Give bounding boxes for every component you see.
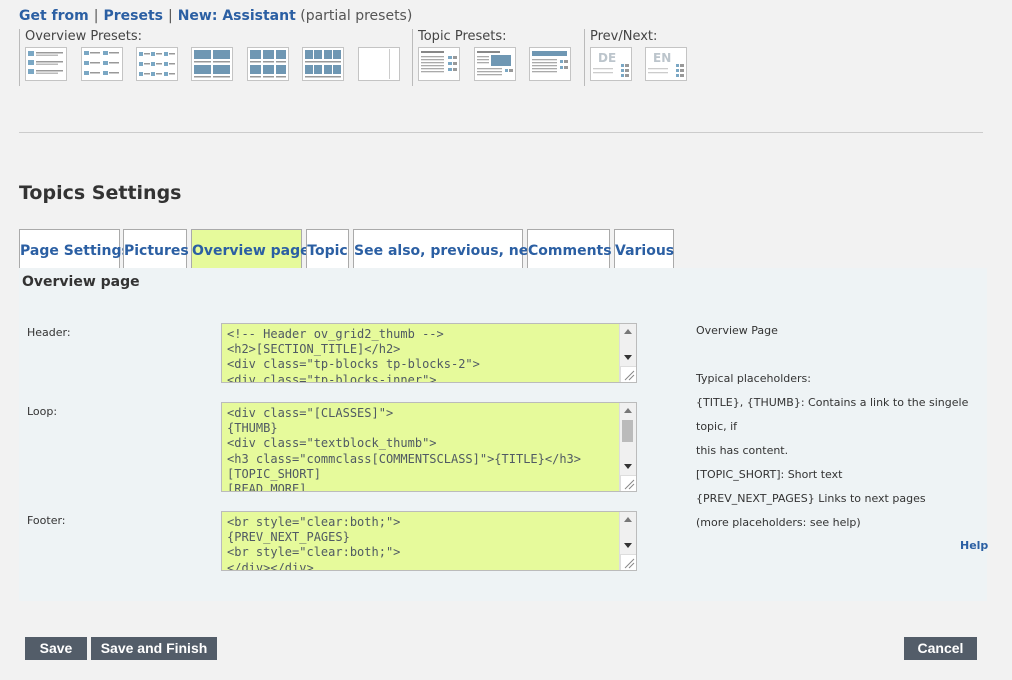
topic-preset-text-icon <box>421 51 457 73</box>
preset-grid2-thumbs[interactable] <box>81 47 123 81</box>
prevnext-label: Prev/Next: <box>590 29 658 44</box>
preset-grid3-icon <box>139 52 175 76</box>
scroll-up-icon[interactable] <box>624 517 632 522</box>
side-help-text: Overview Page Typical placeholders: {TIT… <box>696 319 987 535</box>
preset-grid2-images[interactable] <box>191 47 233 81</box>
preset-grid2-icon <box>84 51 119 75</box>
preset-grid4-images-icon <box>305 50 341 78</box>
tab-see-also[interactable]: See also, previous, next <box>353 229 544 268</box>
scroll-down-icon[interactable] <box>624 543 632 548</box>
overview-page-panel: Overview page Header: <!-- Header ov_gri… <box>19 268 988 601</box>
preset-grid3-images-icon <box>250 50 286 78</box>
topic-preset-image-text[interactable] <box>474 47 516 81</box>
prevnext-de[interactable]: DE <box>590 47 632 81</box>
resize-grip-icon[interactable] <box>620 366 636 382</box>
side-title: Overview Page <box>696 324 778 337</box>
overview-presets-label: Overview Presets: <box>25 29 143 44</box>
topic-preset-wide-image[interactable] <box>529 47 571 81</box>
resize-grip-icon[interactable] <box>620 475 636 491</box>
scroll-down-icon[interactable] <box>624 464 632 469</box>
divider <box>584 29 585 86</box>
preset-grid4-images[interactable] <box>302 47 344 81</box>
separator: | <box>93 8 99 24</box>
preset-grid3-thumbs[interactable] <box>136 47 178 81</box>
header-label: Header: <box>27 326 71 339</box>
separator: | <box>168 8 173 24</box>
presets-link[interactable]: Presets <box>103 8 163 24</box>
preset-empty-icon <box>389 49 390 79</box>
scroll-up-icon[interactable] <box>624 408 632 413</box>
de-label: DE <box>598 51 617 65</box>
topbar: Get from | Presets | New: Assistant (partial… <box>19 8 412 24</box>
panel-heading: Overview page <box>22 274 140 290</box>
scroll-up-icon[interactable] <box>624 329 632 334</box>
placeholder-prev-next: {PREV_NEXT_PAGES} Links to next pages <box>696 492 926 505</box>
assistant-link[interactable]: New: Assistant <box>178 8 296 24</box>
loop-textarea-content[interactable]: <div class="[CLASSES]"> {THUMB} <div cla… <box>222 403 636 491</box>
scroll-down-icon[interactable] <box>624 355 632 360</box>
tab-various[interactable]: Various <box>614 229 674 268</box>
topic-preset-text[interactable] <box>418 47 460 81</box>
placeholder-topic-short: [TOPIC_SHORT]: Short text <box>696 468 843 481</box>
horizontal-divider <box>19 132 983 133</box>
placeholders-title: Typical placeholders: <box>696 372 811 385</box>
divider <box>19 29 20 86</box>
tab-page-settings[interactable]: Page Settings <box>19 229 130 268</box>
tab-comments[interactable]: Comments <box>527 229 612 268</box>
prevnext-en[interactable]: EN <box>645 47 687 81</box>
footer-textarea[interactable]: <br style="clear:both;"> {PREV_NEXT_PAGE… <box>221 511 637 571</box>
preset-empty[interactable] <box>358 47 400 81</box>
topic-preset-wide-image-icon <box>532 51 568 73</box>
footer-textarea-content[interactable]: <br style="clear:both;"> {PREV_NEXT_PAGE… <box>222 512 636 570</box>
tab-overview-page[interactable]: Overview page <box>191 229 310 268</box>
placeholder-title-thumb: {TITLE}, {THUMB}: Contains a link to the… <box>696 396 969 433</box>
placeholder-title-thumb-cont: this has content. <box>696 444 789 457</box>
en-label: EN <box>653 51 672 65</box>
divider <box>412 29 413 86</box>
header-textarea-content[interactable]: <!-- Header ov_grid2_thumb --> <h2>[SECT… <box>222 324 636 382</box>
save-and-finish-button[interactable]: Save and Finish <box>91 637 217 660</box>
preset-grid3-images[interactable] <box>247 47 289 81</box>
overview-presets-group: Overview Presets: <box>19 29 409 86</box>
resize-grip-icon[interactable] <box>620 554 636 570</box>
preset-list-icon <box>28 51 63 74</box>
topic-presets-label: Topic Presets: <box>418 29 507 44</box>
cancel-button[interactable]: Cancel <box>904 637 977 660</box>
footer-label: Footer: <box>27 514 66 527</box>
loop-label: Loop: <box>27 405 58 418</box>
get-from-link[interactable]: Get from <box>19 8 89 24</box>
header-textarea[interactable]: <!-- Header ov_grid2_thumb --> <h2>[SECT… <box>221 323 637 383</box>
placeholder-more: (more placeholders: see help) <box>696 516 861 529</box>
topic-presets-group: Topic Presets: <box>412 29 582 86</box>
save-button[interactable]: Save <box>25 637 87 660</box>
scroll-thumb[interactable] <box>622 420 633 442</box>
page-title: Topics Settings <box>19 182 182 204</box>
preset-list-left-thumbs[interactable] <box>25 47 67 81</box>
tab-topic[interactable]: Topic <box>306 229 349 268</box>
loop-textarea[interactable]: <div class="[CLASSES]"> {THUMB} <div cla… <box>221 402 637 492</box>
topic-preset-image-text-icon <box>477 51 513 76</box>
preset-grid2-images-icon <box>194 50 230 78</box>
tab-pictures[interactable]: Pictures <box>123 229 189 268</box>
prevnext-group: Prev/Next: DE EN <box>584 29 694 86</box>
assistant-note: (partial presets) <box>300 8 413 24</box>
help-link[interactable]: Help <box>960 539 988 552</box>
